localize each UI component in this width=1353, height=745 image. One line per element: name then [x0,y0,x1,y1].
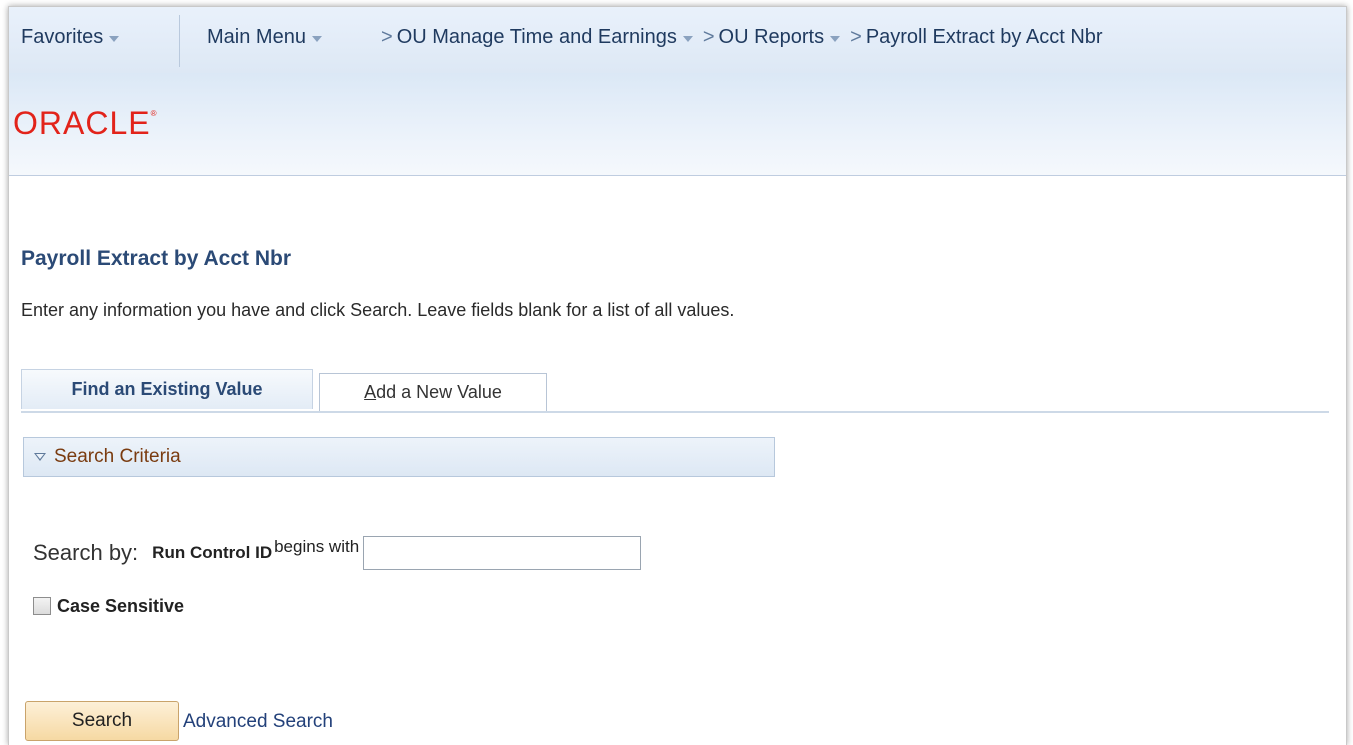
run-control-id-label: Run Control ID [152,543,273,562]
search-button[interactable]: Search [25,701,179,741]
tab-label: Find an Existing Value [71,379,263,399]
favorites-menu[interactable]: Favorites [21,26,120,49]
main-menu-label: Main Menu [207,26,306,48]
chevron-down-icon[interactable] [830,35,841,42]
breadcrumb-separator-icon: > [850,26,862,48]
tab-label: Add a New Value [364,382,502,403]
tab-bar: Find an Existing Value Add a New Value [21,369,1329,413]
app-window: Favorites Main Menu > OU Manage Time and… [8,6,1347,745]
search-criteria-label: Search Criteria [54,446,181,467]
collapse-triangle-icon [34,453,46,461]
case-sensitive-checkbox[interactable] [33,597,51,615]
breadcrumb-item-ou-reports[interactable]: OU Reports [719,26,825,49]
operator-label: begins with [274,537,360,556]
header-banner: ORACLE® [9,73,1346,176]
breadcrumb-item-current: Payroll Extract by Acct Nbr [865,26,1103,48]
favorites-label: Favorites [21,26,104,48]
tab-accesskey: A [364,382,377,402]
search-row: Search by: Run Control ID begins with [33,535,642,571]
instructions-text: Enter any information you have and click… [21,300,735,320]
oracle-logo: ORACLE® [13,105,158,142]
search-criteria-header[interactable]: Search Criteria [23,437,775,477]
breadcrumb-separator-icon: > [381,26,393,48]
tab-find-existing-value[interactable]: Find an Existing Value [21,369,313,409]
top-navigation-bar: Favorites Main Menu > OU Manage Time and… [9,7,1346,74]
case-sensitive-row[interactable]: Case Sensitive [33,593,184,619]
chevron-down-icon[interactable] [682,35,693,42]
chevron-down-icon [311,35,322,42]
logo-text: ORACLE [13,105,151,141]
main-menu[interactable]: Main Menu [207,26,322,49]
advanced-search-link[interactable]: Advanced Search [183,711,333,733]
breadcrumb-separator-icon: > [702,26,715,48]
search-by-label: Search by: [33,540,139,565]
breadcrumb: > OU Manage Time and Earnings > OU Repor… [371,26,1103,49]
run-control-id-input[interactable] [363,536,642,570]
tab-label-rest: dd a New Value [376,382,502,402]
case-sensitive-label: Case Sensitive [57,595,185,616]
nav-divider [179,15,180,67]
chevron-down-icon [109,35,120,42]
tab-add-new-value[interactable]: Add a New Value [319,373,547,411]
page-title: Payroll Extract by Acct Nbr [21,247,291,270]
breadcrumb-item-time-earnings[interactable]: OU Manage Time and Earnings [397,26,677,49]
logo-registered-mark: ® [150,109,158,118]
